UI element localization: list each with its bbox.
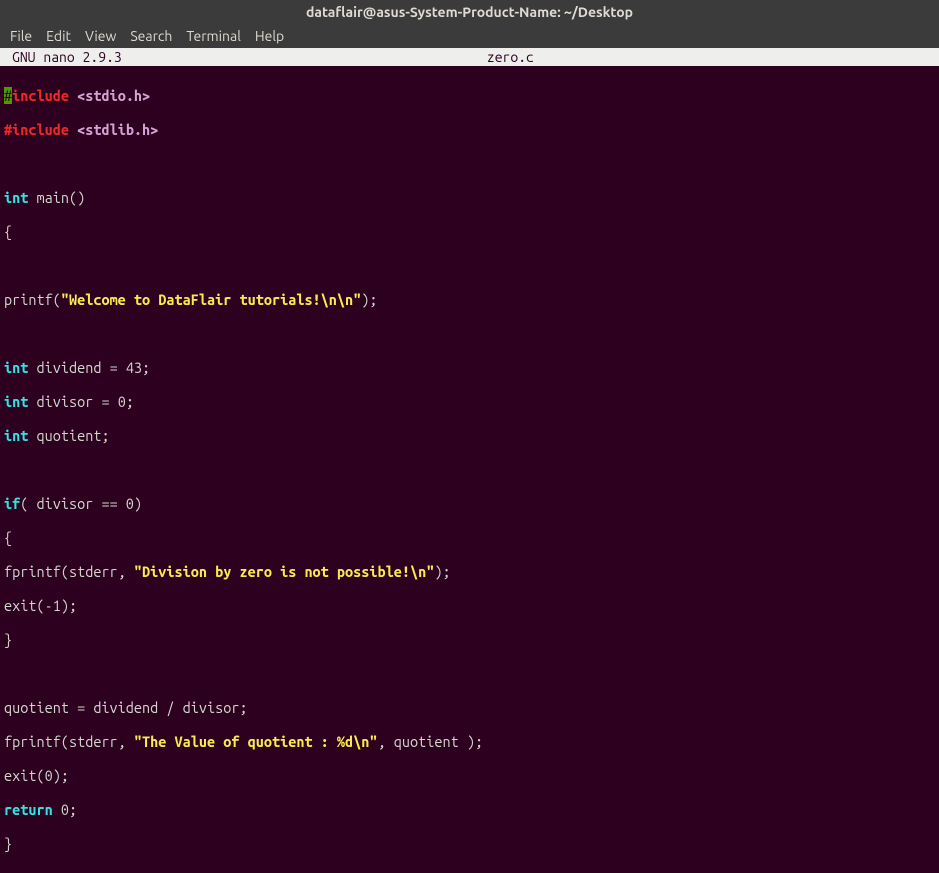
cursor: # [4,87,12,104]
code-line: int quotient; [4,427,935,444]
menu-file[interactable]: File [10,24,32,48]
code-line: quotient = dividend / divisor; [4,699,935,716]
menu-terminal[interactable]: Terminal [186,24,241,48]
code-line [4,665,935,682]
code-line: if( divisor == 0) [4,495,935,512]
code-line: int dividend = 43; [4,359,935,376]
window-title: dataflair@asus-System-Product-Name: ~/De… [306,4,633,20]
menubar: File Edit View Search Terminal Help [0,24,939,48]
code-line: #include <stdio.h> [4,87,935,104]
code-line: exit(-1); [4,597,935,614]
code-line: exit(0); [4,767,935,784]
menu-edit[interactable]: Edit [46,24,71,48]
code-line [4,461,935,478]
code-line: } [4,631,935,648]
menu-search[interactable]: Search [130,24,172,48]
code-line: { [4,529,935,546]
code-line: fprintf(stderr, "Division by zero is not… [4,563,935,580]
nano-version: GNU nano 2.9.3 [0,48,122,66]
code-line: fprintf(stderr, "The Value of quotient :… [4,733,935,750]
nano-filename: zero.c [487,48,574,66]
menu-help[interactable]: Help [255,24,284,48]
window-titlebar: dataflair@asus-System-Product-Name: ~/De… [0,0,939,24]
code-line [4,325,935,342]
editor-area[interactable]: #include <stdio.h> #include <stdlib.h> i… [0,66,939,873]
code-line: int main() [4,189,935,206]
code-line: { [4,223,935,240]
code-line [4,155,935,172]
code-line: printf("Welcome to DataFlair tutorials!\… [4,291,935,308]
code-line: int divisor = 0; [4,393,935,410]
nano-header: GNU nano 2.9.3 zero.c [0,48,939,66]
code-line: #include <stdlib.h> [4,121,935,138]
code-line: return 0; [4,801,935,818]
code-line: } [4,835,935,852]
code-line [4,257,935,274]
menu-view[interactable]: View [85,24,116,48]
